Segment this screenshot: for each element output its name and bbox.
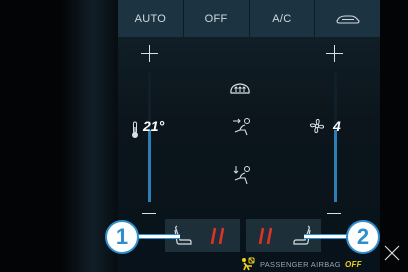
temperature-up-button[interactable] [141, 45, 158, 62]
temperature-value: 21° [143, 118, 165, 134]
seat-heat-level-icon [258, 227, 273, 245]
close-icon[interactable] [382, 243, 402, 263]
temperature-level [148, 130, 151, 202]
fan-level [334, 130, 337, 202]
climate-topbar: AUTO OFF A/C [118, 0, 380, 37]
fan-icon [309, 118, 325, 134]
fan-slider[interactable] [334, 72, 337, 202]
car-recirculation-icon [336, 14, 360, 24]
auto-button[interactable]: AUTO [118, 0, 184, 37]
callout-2: 2 [346, 220, 380, 254]
airbag-label: PASSENGER AIRBAG [260, 259, 341, 269]
fan-up-button[interactable] [326, 45, 343, 62]
fan-speed-value: 4 [333, 118, 341, 134]
windshield-defrost-icon[interactable] [228, 80, 252, 100]
climate-screen: AUTO OFF A/C 21° 4 1 2 PASSENGER AIRBAG … [0, 0, 408, 272]
recirculation-button[interactable] [315, 0, 380, 37]
ac-button[interactable]: A/C [250, 0, 316, 37]
temperature-down-button[interactable] [142, 213, 156, 214]
temperature-slider[interactable] [148, 72, 151, 202]
fan-down-button[interactable] [327, 213, 341, 214]
seat-heat-level-icon [210, 227, 225, 245]
callout-1: 1 [105, 220, 139, 254]
passenger-airbag-status: PASSENGER AIRBAG OFF [240, 257, 362, 271]
off-button[interactable]: OFF [184, 0, 250, 37]
airbag-state: OFF [344, 259, 362, 269]
thermometer-icon [132, 121, 138, 138]
airbag-off-icon [242, 257, 255, 271]
airflow-face-icon[interactable] [231, 116, 253, 136]
airflow-feet-icon[interactable] [231, 164, 253, 186]
